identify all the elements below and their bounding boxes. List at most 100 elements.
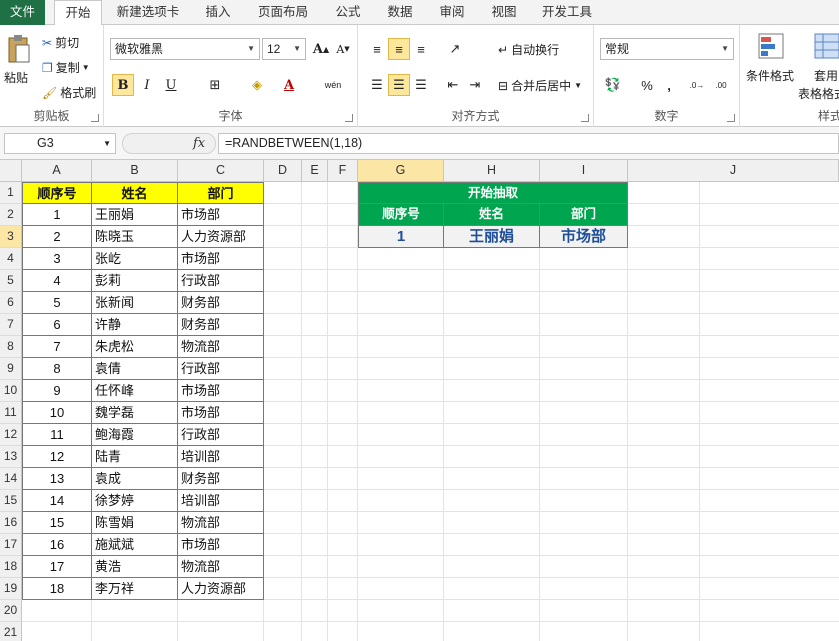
tab-page-layout[interactable]: 页面布局 [250,0,316,25]
draw-header-cell[interactable]: 姓名 [444,204,540,226]
row-header-12[interactable]: 12 [0,424,22,446]
align-top-icon[interactable]: ≡ [366,38,388,60]
phonetic-button[interactable]: wén [318,74,348,96]
row-header-17[interactable]: 17 [0,534,22,556]
column-header-i[interactable]: I [540,160,628,182]
table-cell[interactable]: 朱虎松 [92,336,178,358]
row-header-4[interactable]: 4 [0,248,22,270]
row-header-6[interactable]: 6 [0,292,22,314]
row-header-2[interactable]: 2 [0,204,22,226]
format-painter-button[interactable]: 🖌 格式刷 [42,84,96,101]
paste-label[interactable]: 粘贴 [4,69,28,86]
table-cell[interactable]: 培训部 [178,490,264,512]
row-header-11[interactable]: 11 [0,402,22,424]
tab-file[interactable]: 文件 [0,0,45,25]
decrease-indent-icon[interactable]: ⇤ [442,74,464,96]
table-cell[interactable]: 市场部 [178,380,264,402]
table-cell[interactable]: 人力资源部 [178,226,264,248]
table-cell[interactable]: 10 [22,402,92,424]
draw-header-cell[interactable]: 部门 [540,204,628,226]
table-cell[interactable]: 陈晓玉 [92,226,178,248]
merge-center-button[interactable]: ⊟ 合并后居中 ▼ [498,77,582,94]
tab-insert[interactable]: 插入 [196,0,240,25]
number-launcher-icon[interactable] [727,114,735,122]
draw-header-cell[interactable]: 顺序号 [358,204,444,226]
tab-view[interactable]: 视图 [482,0,526,25]
clipboard-launcher-icon[interactable] [91,114,99,122]
row-header-5[interactable]: 5 [0,270,22,292]
row-header-9[interactable]: 9 [0,358,22,380]
alignment-launcher-icon[interactable] [581,114,589,122]
table-cell[interactable]: 财务部 [178,468,264,490]
column-header-h[interactable]: H [444,160,540,182]
table-cell[interactable]: 6 [22,314,92,336]
table-cell[interactable]: 物流部 [178,512,264,534]
table-cell[interactable]: 顺序号 [22,182,92,204]
row-header-18[interactable]: 18 [0,556,22,578]
tab-developer[interactable]: 开发工具 [534,0,600,25]
font-launcher-icon[interactable] [345,114,353,122]
column-header-c[interactable]: C [178,160,264,182]
table-cell[interactable]: 9 [22,380,92,402]
table-cell[interactable]: 任怀峰 [92,380,178,402]
percent-button[interactable]: % [636,74,658,96]
font-name-combo[interactable]: 微软雅黑 ▼ [110,38,260,60]
align-bottom-icon[interactable]: ≡ [410,38,432,60]
row-header-20[interactable]: 20 [0,600,22,622]
insert-function-button[interactable]: fx [193,134,205,153]
table-cell[interactable]: 11 [22,424,92,446]
draw-result-dept[interactable]: 市场部 [540,226,628,248]
borders-icon[interactable]: ⊞ [204,74,226,96]
table-cell[interactable]: 鲍海霞 [92,424,178,446]
orientation-icon[interactable]: ↗ [444,38,466,60]
table-cell[interactable]: 16 [22,534,92,556]
comma-button[interactable]: , [658,74,680,96]
row-header-3[interactable]: 3 [0,226,22,248]
table-cell[interactable]: 17 [22,556,92,578]
table-cell[interactable]: 彭莉 [92,270,178,292]
column-header-g[interactable]: G [358,160,444,182]
column-header-a[interactable]: A [22,160,92,182]
table-cell[interactable]: 黄浩 [92,556,178,578]
align-right-icon[interactable]: ☰ [410,74,432,96]
table-cell[interactable]: 18 [22,578,92,600]
align-middle-icon[interactable]: ≡ [388,38,410,60]
table-cell[interactable]: 培训部 [178,446,264,468]
table-cell[interactable]: 财务部 [178,292,264,314]
table-cell[interactable]: 3 [22,248,92,270]
column-header-b[interactable]: B [92,160,178,182]
table-cell[interactable]: 袁成 [92,468,178,490]
align-left-icon[interactable]: ☰ [366,74,388,96]
row-header-15[interactable]: 15 [0,490,22,512]
table-cell[interactable]: 市场部 [178,248,264,270]
table-format-icon[interactable] [812,31,839,61]
increase-decimal-icon[interactable]: .0→ [686,74,708,96]
row-header-7[interactable]: 7 [0,314,22,336]
italic-button[interactable]: I [136,74,158,96]
conditional-format-icon[interactable] [756,31,786,61]
table-cell[interactable]: 李万祥 [92,578,178,600]
grow-font-button[interactable]: A ▲ [310,38,332,60]
column-header-j[interactable]: J [628,160,839,182]
column-header-e[interactable]: E [302,160,328,182]
table-cell[interactable]: 陈雪娟 [92,512,178,534]
copy-button[interactable]: ❐ 复制 ▼ [42,59,90,76]
number-format-combo[interactable]: 常规 ▼ [600,38,734,60]
increase-indent-icon[interactable]: ⇥ [464,74,486,96]
draw-title[interactable]: 开始抽取 [358,182,628,204]
table-cell[interactable]: 魏学磊 [92,402,178,424]
currency-icon[interactable]: 💱 [602,74,624,96]
table-cell[interactable]: 12 [22,446,92,468]
tab-data[interactable]: 数据 [378,0,422,25]
table-cell[interactable]: 14 [22,490,92,512]
column-header-f[interactable]: F [328,160,358,182]
tab-formulas[interactable]: 公式 [326,0,370,25]
wrap-text-button[interactable]: ↵ 自动换行 [498,41,559,58]
table-cell[interactable]: 5 [22,292,92,314]
column-header-d[interactable]: D [264,160,302,182]
table-cell[interactable]: 张屹 [92,248,178,270]
table-cell[interactable]: 财务部 [178,314,264,336]
table-cell[interactable]: 市场部 [178,204,264,226]
row-header-16[interactable]: 16 [0,512,22,534]
fill-color-icon[interactable]: ◈ [246,74,268,96]
